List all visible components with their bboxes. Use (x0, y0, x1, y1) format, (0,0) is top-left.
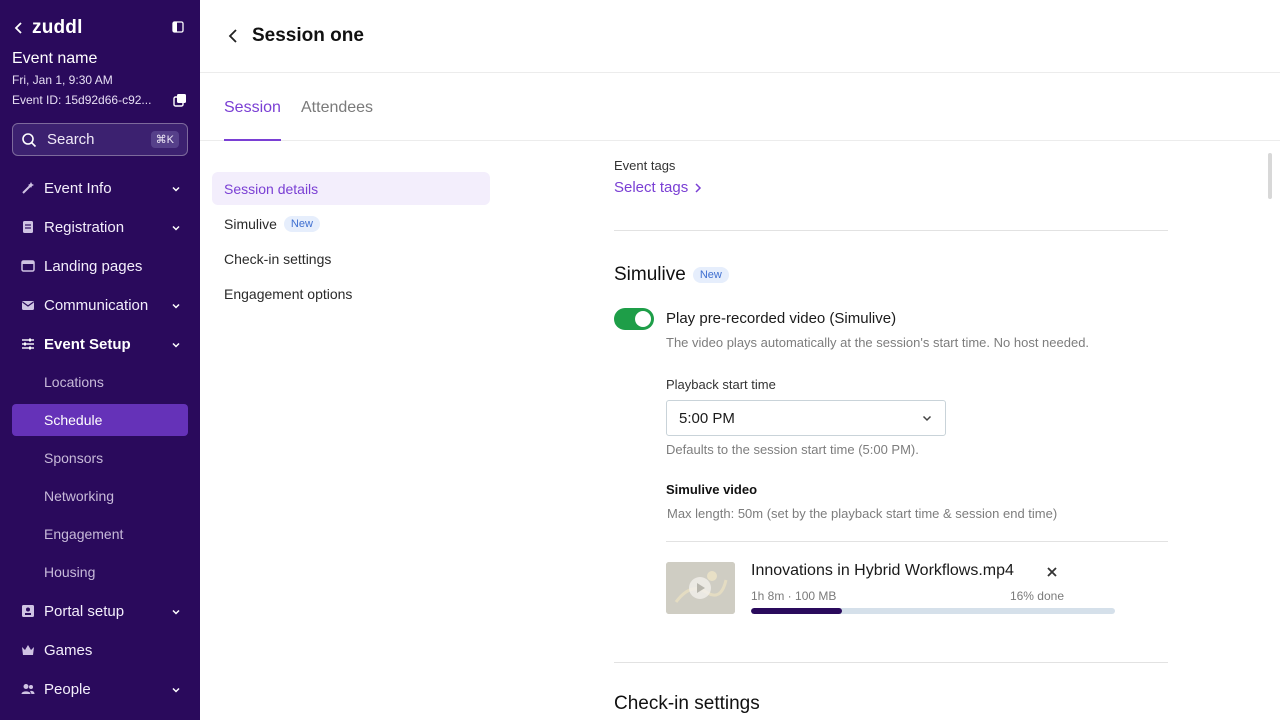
sidebar-subitem-housing[interactable]: Housing (12, 556, 188, 588)
mail-icon (20, 297, 36, 313)
event-tags-label: Event tags (614, 158, 676, 173)
brand-logo-text: zuddl (32, 17, 83, 38)
sidebar: zuddl Event name Fri, Jan 1, 9:30 AM Eve… (0, 0, 200, 720)
sidebar-subitem-engagement[interactable]: Engagement (12, 518, 188, 550)
brand-row: zuddl (12, 17, 188, 39)
file-meta: 1h 8m · 100 MB (751, 589, 837, 603)
sidebar-item-portal-setup[interactable]: Portal setup (12, 595, 188, 627)
simulive-video-label: Simulive video (666, 482, 758, 497)
playback-start-label: Playback start time (666, 377, 776, 392)
back-arrow-icon[interactable] (226, 28, 240, 44)
remove-file-icon[interactable] (1046, 565, 1058, 577)
sidebar-item-label: People (44, 680, 91, 698)
toggle-knob (635, 311, 651, 327)
sidebar-item-label: Portal setup (44, 602, 125, 620)
select-tags-link[interactable]: Select tags (614, 179, 702, 196)
upload-progress-bar (751, 608, 1115, 614)
divider (614, 662, 1168, 663)
search-icon (21, 132, 37, 148)
page-header: Session one (200, 0, 1280, 73)
chevron-right-icon (694, 182, 702, 193)
sidebar-item-label: Registration (44, 218, 125, 236)
search-input[interactable]: Search ⌘K (12, 123, 188, 156)
document-icon (20, 219, 36, 235)
check-in-section-title: Check-in settings (614, 693, 760, 714)
sidebar-subitem-locations[interactable]: Locations (12, 366, 188, 398)
page-title: Session one (252, 25, 364, 46)
chevron-down-icon (170, 221, 182, 233)
upload-progress-fill (751, 608, 842, 614)
event-name: Event name (12, 50, 98, 67)
copy-icon[interactable] (173, 93, 187, 107)
search-shortcut: ⌘K (150, 131, 179, 148)
new-badge: New (283, 215, 320, 232)
sliders-icon (20, 336, 36, 352)
portal-icon (20, 603, 36, 619)
simulive-toggle-label: Play pre-recorded video (Simulive) (666, 310, 897, 327)
scrollbar-thumb[interactable] (1268, 153, 1272, 199)
crown-icon (20, 642, 36, 658)
simulive-video-help: Max length: 50m (set by the playback sta… (667, 506, 1058, 521)
sidebar-item-people[interactable]: People (12, 673, 188, 705)
simulive-toggle-help: The video plays automatically at the ses… (666, 335, 1090, 350)
event-id: Event ID: 15d92d66-c92... (12, 93, 152, 107)
chevron-down-icon (170, 683, 182, 695)
browser-window-icon (20, 258, 36, 274)
chevron-down-icon (170, 299, 182, 311)
section-nav-session-details[interactable]: Session details (212, 172, 490, 205)
sidebar-item-communication[interactable]: Communication (12, 289, 188, 321)
sidebar-item-label: Landing pages (44, 257, 143, 275)
tab-attendees[interactable]: Attendees (301, 99, 373, 141)
section-nav-label: Engagement options (224, 285, 353, 302)
section-nav-engagement-options[interactable]: Engagement options (212, 277, 490, 310)
tab-bar: Session Attendees (200, 73, 1280, 141)
section-nav-label: Session details (224, 180, 319, 197)
back-chevron-icon[interactable] (12, 21, 26, 35)
select-tags-label: Select tags (614, 179, 689, 196)
simulive-title-text: Simulive (614, 264, 686, 285)
chevron-down-icon (921, 412, 933, 424)
section-nav-check-in-settings[interactable]: Check-in settings (212, 242, 490, 275)
divider (666, 541, 1168, 542)
sidebar-collapse-icon[interactable] (172, 20, 186, 34)
playback-start-select[interactable]: 5:00 PM (666, 400, 946, 436)
main-content: Event tags Select tags Simulive New Play… (614, 141, 1168, 720)
sidebar-item-label: Communication (44, 296, 149, 314)
sidebar-item-event-setup[interactable]: Event Setup (12, 328, 188, 360)
section-nav-simulive[interactable]: Simulive New (212, 207, 490, 240)
section-nav-label: Simulive (224, 215, 277, 232)
upload-progress-text: 16% done (1009, 589, 1064, 603)
chevron-down-icon (170, 338, 182, 350)
sidebar-item-games[interactable]: Games (12, 634, 188, 666)
sidebar-item-landing-pages[interactable]: Landing pages (12, 250, 188, 282)
section-nav-label: Check-in settings (224, 250, 332, 267)
simulive-toggle[interactable] (614, 308, 654, 330)
chevron-down-icon (170, 182, 182, 194)
divider (614, 230, 1168, 231)
people-icon (20, 681, 36, 697)
sidebar-item-label: Games (44, 641, 93, 659)
file-name: Innovations in Hybrid Workflows.mp4 (751, 562, 1014, 579)
event-date: Fri, Jan 1, 9:30 AM (12, 73, 113, 87)
playback-start-value: 5:00 PM (679, 409, 735, 427)
uploaded-file-card: Innovations in Hybrid Workflows.mp4 1h 8… (666, 562, 1116, 617)
tab-session[interactable]: Session (224, 99, 281, 141)
playback-start-help: Defaults to the session start time (5:00… (666, 442, 919, 457)
sidebar-item-event-info[interactable]: Event Info (12, 172, 188, 204)
sidebar-subitem-networking[interactable]: Networking (12, 480, 188, 512)
new-badge: New (692, 267, 729, 283)
simulive-section-title: Simulive New (614, 264, 729, 286)
sidebar-item-registration[interactable]: Registration (12, 211, 188, 243)
chevron-down-icon (170, 605, 182, 617)
sidebar-item-label: Event Setup (44, 335, 131, 353)
search-placeholder: Search (47, 131, 95, 148)
sidebar-item-label: Event Info (44, 179, 112, 197)
sidebar-subitem-schedule[interactable]: Schedule (12, 404, 188, 436)
video-thumbnail[interactable] (666, 562, 735, 614)
sidebar-subitem-sponsors[interactable]: Sponsors (12, 442, 188, 474)
magic-wand-icon (20, 180, 36, 196)
